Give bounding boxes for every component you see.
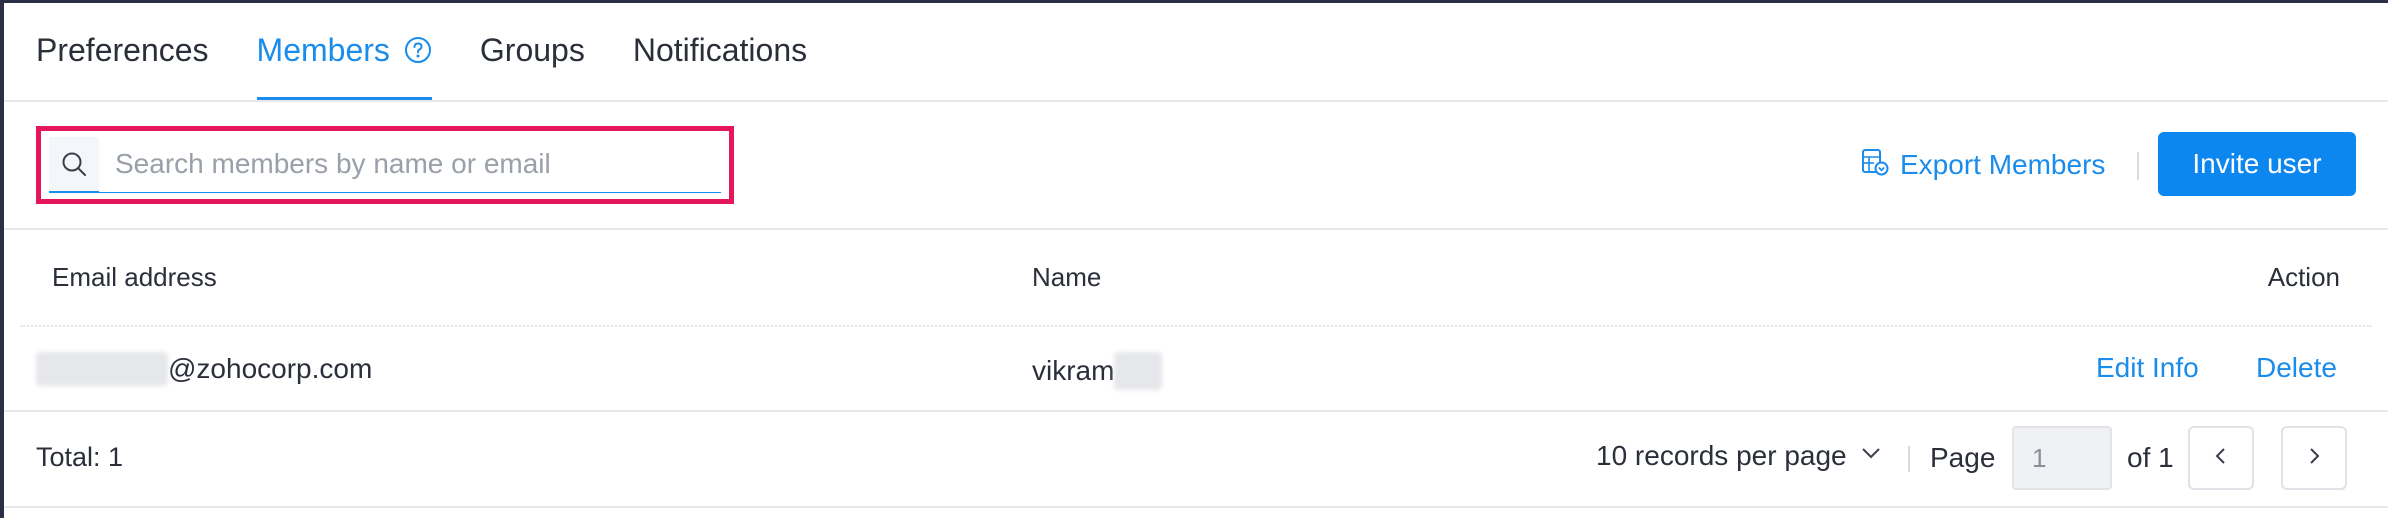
tab-notifications[interactable]: Notifications — [633, 0, 807, 100]
tab-label: Preferences — [36, 31, 209, 68]
table-row-name: vikram — [1032, 352, 1163, 390]
redacted-blur — [1114, 352, 1163, 390]
window-frame-left — [0, 0, 4, 518]
delete-link[interactable]: Delete — [2256, 352, 2337, 384]
tabs-divider — [4, 100, 2388, 102]
previous-page-button[interactable] — [2188, 426, 2254, 490]
records-per-page-dropdown[interactable]: 10 records per page — [1596, 440, 1883, 472]
chevron-down-icon — [1859, 440, 1883, 472]
search-icon — [49, 150, 99, 178]
export-members-label: Export Members — [1900, 149, 2106, 180]
header-divider — [20, 325, 2372, 327]
search-box — [49, 136, 721, 193]
redacted-blur — [36, 352, 168, 386]
search-highlight-box — [36, 126, 734, 204]
name-cell: vikram — [1032, 355, 1115, 386]
tab-members[interactable]: Members — [256, 0, 433, 100]
footer-separator — [1908, 446, 1910, 472]
tab-bar: Preferences Members Groups Notifications — [36, 0, 807, 100]
total-count: Total: 1 — [36, 442, 124, 472]
column-header-name: Name — [1032, 262, 1102, 292]
page-label: Page — [1930, 442, 1996, 473]
email-cell: @zohocorp.com — [168, 353, 373, 384]
invite-user-button[interactable]: Invite user — [2158, 132, 2356, 196]
spreadsheet-download-icon — [1860, 147, 1890, 184]
next-page-button[interactable] — [2281, 426, 2347, 490]
chevron-left-icon — [2209, 444, 2233, 473]
chevron-right-icon — [2302, 444, 2326, 473]
tab-label: Groups — [479, 31, 585, 68]
edit-info-link[interactable]: Edit Info — [2096, 352, 2199, 384]
tab-label: Members — [256, 31, 390, 68]
page-count-label: of 1 — [2127, 442, 2174, 473]
tab-groups[interactable]: Groups — [480, 0, 585, 100]
tab-label: Notifications — [632, 31, 808, 68]
tab-preferences[interactable]: Preferences — [36, 0, 209, 100]
bottom-divider — [4, 506, 2388, 508]
page-number-input[interactable] — [2012, 426, 2112, 490]
row-divider — [4, 410, 2388, 412]
toolbar-divider — [4, 228, 2388, 230]
table-row-email: @zohocorp.com — [36, 352, 372, 386]
column-header-action: Action — [2267, 262, 2340, 292]
export-members-button[interactable]: Export Members — [1860, 142, 2105, 188]
search-input[interactable] — [99, 136, 721, 192]
toolbar-separator — [2137, 152, 2139, 180]
question-circle-icon[interactable] — [404, 36, 432, 64]
records-per-page-label: 10 records per page — [1596, 440, 1847, 471]
column-header-email: Email address — [52, 262, 217, 292]
